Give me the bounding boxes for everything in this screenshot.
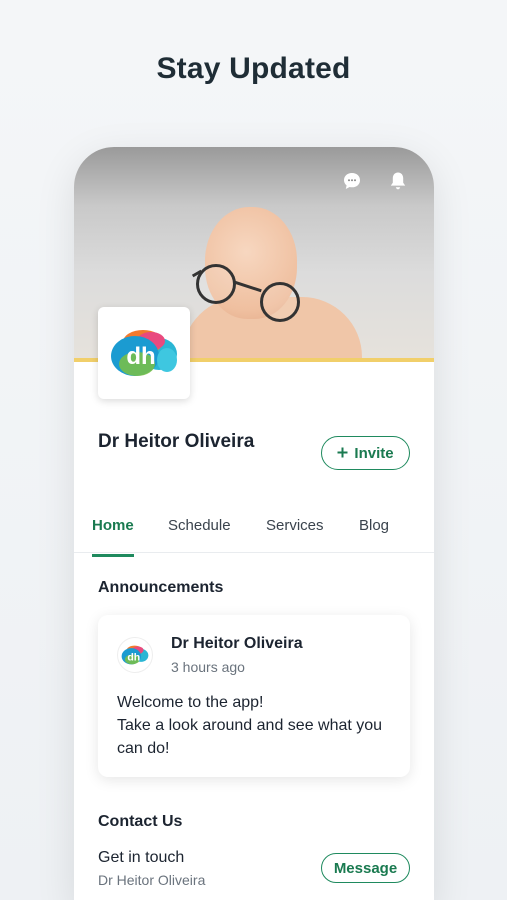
page-headline: Stay Updated [156,52,351,85]
invite-label: Invite [354,444,394,462]
message-button[interactable]: Message [321,853,410,883]
tab-bar: Home Schedule Services Blog [74,511,434,557]
contact-subtitle: Get in touch [98,849,185,866]
announcements-title: Announcements [98,579,224,596]
logo-text: dh [126,343,155,370]
post-line-1: Welcome to the app! [117,694,264,711]
chat-icon[interactable] [342,171,362,191]
contact-title: Contact Us [98,813,183,830]
post-time: 3 hours ago [171,659,245,675]
tab-services[interactable]: Services [266,517,324,544]
invite-button[interactable]: Invite [321,436,410,470]
tab-home[interactable]: Home [92,517,134,557]
announcement-card[interactable]: dh Dr Heitor Oliveira 3 hours ago Welcom… [98,615,410,777]
plus-icon [337,445,348,462]
header-actions [342,171,408,191]
avatar-text: dh [127,651,140,663]
contact-name: Dr Heitor Oliveira [98,872,206,888]
tab-blog[interactable]: Blog [359,517,389,544]
phone-screen: dh Dr Heitor Oliveira Invite Home Schedu… [74,147,434,900]
post-body: Welcome to the app! Take a look around a… [117,691,397,760]
post-author: Dr Heitor Oliveira [171,635,303,652]
avatar: dh [117,637,153,673]
bell-icon[interactable] [388,171,408,191]
profile-name: Dr Heitor Oliveira [98,431,255,452]
profile-logo: dh [98,307,190,399]
post-line-2: Take a look around and see what you can … [117,717,383,757]
tab-schedule[interactable]: Schedule [168,517,231,544]
